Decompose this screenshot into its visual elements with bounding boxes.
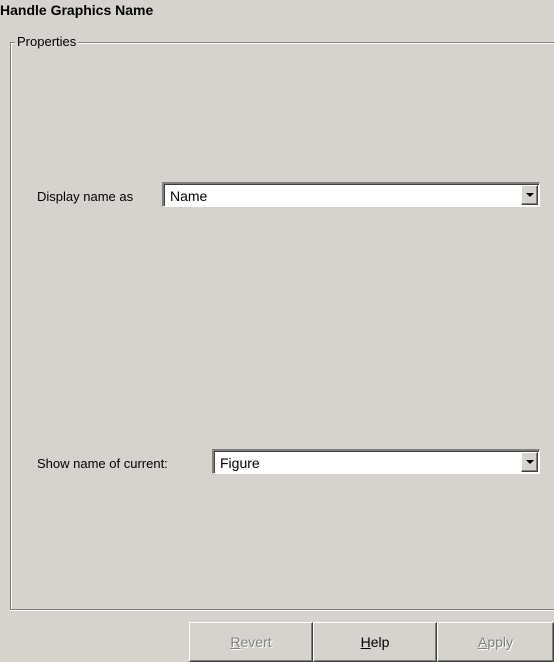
properties-group (10, 42, 554, 610)
revert-button[interactable]: Revert (189, 622, 313, 662)
chevron-down-icon (526, 193, 534, 197)
chevron-down-icon (526, 460, 534, 464)
show-name-dropdown-button[interactable] (521, 452, 538, 472)
show-name-label: Show name of current: (37, 456, 168, 471)
show-name-value: Figure (220, 455, 260, 471)
display-name-label: Display name as (37, 189, 134, 204)
help-button[interactable]: Help (313, 622, 437, 662)
display-name-dropdown-button[interactable] (521, 185, 538, 205)
display-name-dropdown[interactable]: Name (162, 182, 540, 207)
display-name-value: Name (170, 188, 208, 204)
apply-button[interactable]: Apply (437, 622, 554, 662)
show-name-dropdown[interactable]: Figure (212, 449, 540, 474)
properties-legend: Properties (15, 34, 79, 49)
page-title: Handle Graphics Name (0, 2, 154, 18)
